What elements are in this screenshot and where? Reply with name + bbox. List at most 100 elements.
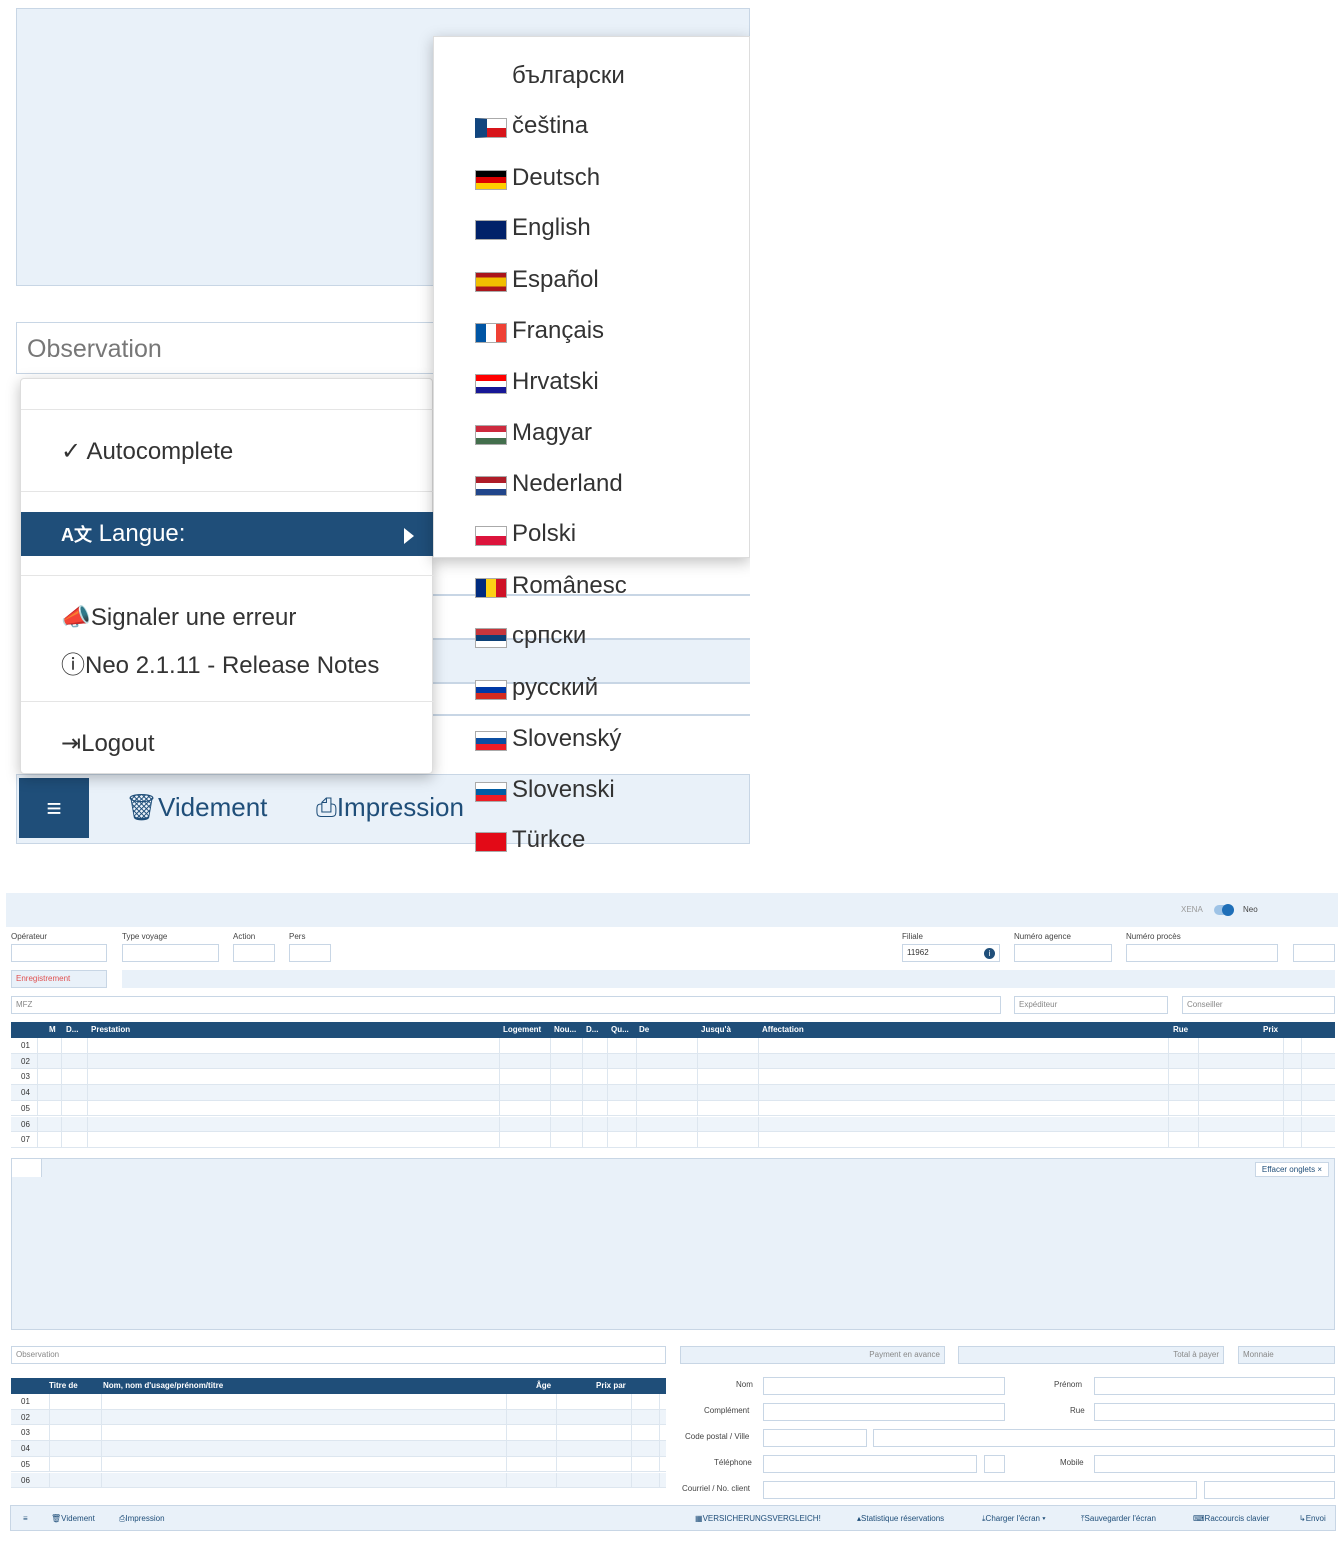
table-row[interactable]: 04	[11, 1085, 1335, 1101]
language-item[interactable]: Türkce	[475, 824, 585, 856]
table-row[interactable]: 06	[11, 1116, 1335, 1133]
complement-input[interactable]	[763, 1403, 1005, 1421]
operateur-label: Opérateur	[11, 932, 48, 941]
language-item[interactable]: български	[512, 60, 625, 92]
videment-button[interactable]: 🗑Videment	[125, 792, 267, 823]
observation-input[interactable]: Observation	[16, 322, 446, 374]
impression-button[interactable]: ⎙Impression	[316, 792, 464, 824]
type-voyage-input[interactable]	[122, 944, 219, 962]
col-header: D...	[586, 1025, 599, 1034]
videment-button[interactable]: 🗑Videment	[51, 1514, 95, 1523]
telephone-ext-input[interactable]	[984, 1455, 1005, 1473]
signaler-item[interactable]: 📣Signaler une erreur	[61, 603, 296, 632]
mobile-input[interactable]	[1094, 1455, 1335, 1473]
table-row[interactable]: 02	[11, 1409, 666, 1426]
column-divider	[61, 1053, 62, 1070]
language-item[interactable]: Românesc	[475, 570, 627, 602]
column-divider	[1198, 1116, 1199, 1133]
monnaie-field[interactable]: Monnaie	[1238, 1346, 1335, 1364]
table-row[interactable]: 03	[11, 1425, 666, 1442]
expediteur-input[interactable]: Expéditeur	[1014, 996, 1168, 1014]
rue-input[interactable]	[1094, 1403, 1335, 1421]
mode-toggle[interactable]	[1214, 904, 1234, 916]
code-postal-input[interactable]	[763, 1429, 867, 1447]
column-divider	[37, 1085, 38, 1101]
nom-input[interactable]	[763, 1377, 1005, 1395]
mfz-input[interactable]: MFZ	[11, 996, 1001, 1014]
table-row[interactable]: 02	[11, 1053, 1335, 1070]
row-number: 03	[21, 1072, 30, 1082]
courriel-input[interactable]	[763, 1481, 1197, 1499]
language-item[interactable]: Polski	[475, 518, 576, 550]
table-row[interactable]: 03	[11, 1069, 1335, 1086]
total-field[interactable]: Total à payer	[958, 1346, 1224, 1364]
table-row[interactable]: 07	[11, 1132, 1335, 1148]
tab-item[interactable]	[12, 1159, 42, 1177]
table-row[interactable]: 05	[11, 1456, 666, 1473]
language-item[interactable]: English	[475, 212, 591, 244]
raccourcis-button[interactable]: ⌨Raccourcis clavier	[1193, 1514, 1269, 1523]
language-item[interactable]: Magyar	[475, 417, 592, 449]
complement-label: Complément	[704, 1406, 750, 1415]
language-item[interactable]: Hrvatski	[475, 366, 599, 398]
column-divider	[1283, 1132, 1284, 1148]
impression-button[interactable]: ⎙Impression	[119, 1514, 165, 1524]
column-divider	[582, 1038, 583, 1054]
column-divider	[506, 1425, 507, 1442]
row-number: 04	[21, 1444, 30, 1454]
table-row[interactable]: 05	[11, 1100, 1335, 1117]
column-divider	[607, 1132, 608, 1148]
observation-input[interactable]: Observation	[11, 1346, 666, 1364]
language-item[interactable]: Deutsch	[475, 162, 600, 194]
hamburger-button[interactable]: ≡	[23, 1514, 28, 1523]
table-row[interactable]: 01	[11, 1038, 1335, 1054]
autocomplete-item[interactable]: ✓ Autocomplete	[61, 437, 233, 466]
sauvegarder-button[interactable]: ⤒Sauvegarder l'écran	[1081, 1514, 1156, 1524]
operateur-input[interactable]	[11, 944, 107, 962]
release-notes-item[interactable]: ⓘNeo 2.1.11 - Release Notes	[61, 645, 379, 680]
prenom-input[interactable]	[1094, 1377, 1335, 1395]
table-row[interactable]: 06	[11, 1472, 666, 1489]
language-item[interactable]: Slovenski	[475, 774, 615, 806]
logout-item[interactable]: ⇥Logout	[61, 729, 155, 758]
pers-input[interactable]	[289, 944, 331, 962]
language-item[interactable]: Slovenský	[475, 723, 621, 755]
charger-button[interactable]: ⤓Charger l'écran ▾	[982, 1514, 1046, 1524]
mobile-label: Mobile	[1060, 1458, 1084, 1467]
uk-flag-icon	[475, 220, 507, 240]
statistique-button[interactable]: ▴Statistique réservations	[857, 1514, 944, 1523]
telephone-input[interactable]	[763, 1455, 977, 1473]
action-input[interactable]	[233, 944, 275, 962]
col-header: Jusqu'à	[701, 1025, 731, 1034]
payment-field[interactable]: Payment en avance	[680, 1346, 945, 1364]
language-item[interactable]: Español	[475, 264, 599, 296]
langue-item[interactable]: A文 Langue:	[21, 512, 434, 556]
language-item[interactable]: čeština	[475, 110, 588, 142]
table-row[interactable]: 04	[11, 1441, 666, 1457]
extra-input[interactable]	[1293, 944, 1335, 962]
send-icon: ↳	[1299, 1514, 1306, 1523]
enregistrement-tab[interactable]: Enregistrement	[11, 970, 107, 988]
hamburger-button[interactable]: ≡	[19, 778, 89, 838]
envoi-button[interactable]: ↳Envoi	[1299, 1514, 1326, 1523]
zoomed-view: Observation ≡ 🗑Videment ⎙Impression ✓ Au…	[0, 0, 750, 870]
column-divider	[499, 1069, 500, 1086]
ville-input[interactable]	[873, 1429, 1335, 1447]
conseiller-input[interactable]: Conseiller	[1182, 996, 1335, 1014]
table-row[interactable]: 01	[11, 1394, 666, 1410]
column-divider	[636, 1100, 637, 1117]
language-item[interactable]: русский	[475, 672, 598, 704]
column-divider	[607, 1069, 608, 1086]
language-item[interactable]: Nederland	[475, 468, 623, 500]
versicherung-button[interactable]: ▦VERSICHERUNGSVERGLEICH!	[695, 1514, 821, 1523]
effacer-onglets-button[interactable]: Effacer onglets ×	[1254, 1162, 1329, 1177]
column-divider	[1283, 1100, 1284, 1117]
numero-proces-input[interactable]	[1126, 944, 1278, 962]
filiale-input[interactable]: 11962 i	[902, 944, 1000, 962]
numero-agence-input[interactable]	[1014, 944, 1112, 962]
column-divider	[631, 1441, 632, 1457]
language-item[interactable]: Français	[475, 315, 604, 347]
info-icon[interactable]: i	[984, 948, 995, 959]
language-item[interactable]: српски	[475, 620, 586, 652]
client-number-input[interactable]	[1204, 1481, 1335, 1499]
